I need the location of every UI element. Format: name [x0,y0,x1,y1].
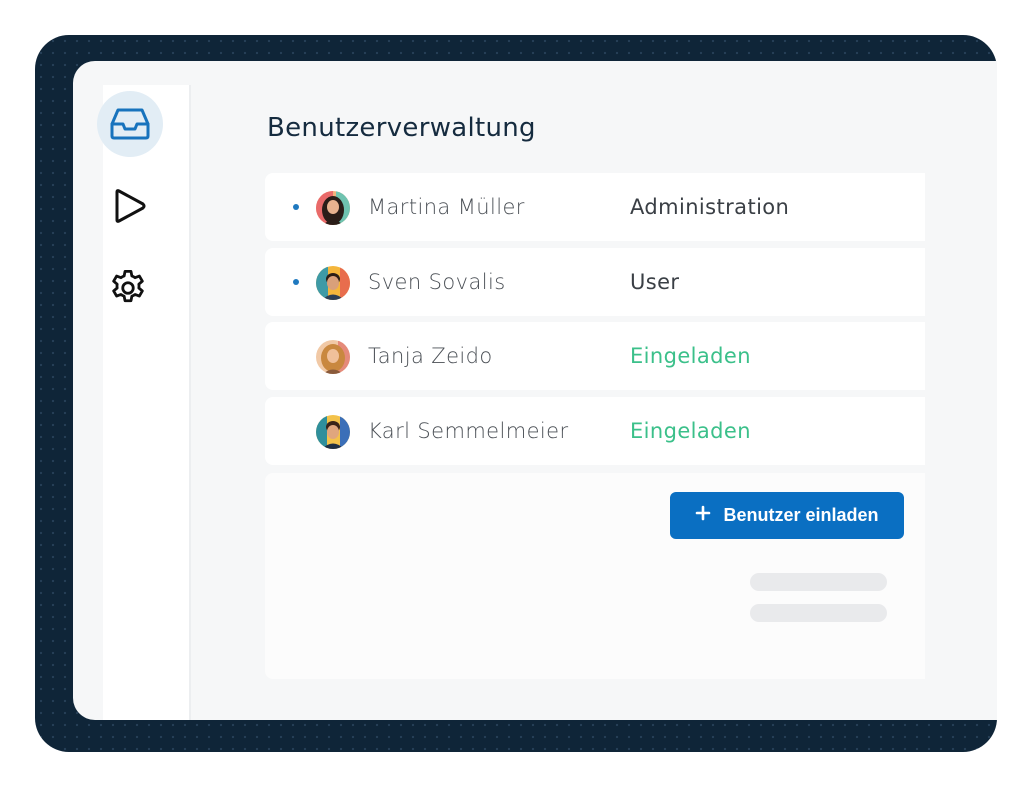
avatar [316,191,350,225]
sidebar-item-settings[interactable] [95,255,161,321]
plus-icon [695,505,711,526]
user-role: Administration [630,195,790,219]
user-name: Martina Müller [368,195,525,219]
status-dot [293,279,299,285]
invite-user-label: Benutzer einladen [723,505,879,525]
user-row[interactable]: Tanja Zeido Eingeladen [265,322,925,390]
user-row[interactable]: Sven Sovalis User [265,248,925,316]
sidebar-item-inbox[interactable] [97,91,163,157]
user-name: Tanja Zeido [368,344,493,368]
invite-user-button[interactable]: Benutzer einladen [670,492,904,539]
skeleton-line [750,573,887,591]
play-icon [113,188,147,224]
user-role: Eingeladen [630,419,751,443]
page-title: Benutzerverwaltung [267,113,536,143]
user-name: Karl Semmelmeier [368,419,569,443]
skeleton-line [750,604,887,622]
user-name: Sven Sovalis [368,270,506,294]
avatar [316,266,350,300]
app-window: Benutzerverwaltung Martina Müller Admini… [73,61,997,720]
invite-panel: Benutzer einladen [265,473,925,679]
inbox-icon [110,107,150,141]
sidebar-item-play[interactable] [97,173,163,239]
user-role: Eingeladen [630,344,751,368]
status-dot [293,204,299,210]
user-role: User [630,270,680,294]
user-row[interactable]: Martina Müller Administration [265,173,925,241]
avatar [316,415,350,449]
sidebar [97,85,191,720]
gear-icon [107,267,149,309]
avatar [316,340,350,374]
user-row[interactable]: Karl Semmelmeier Eingeladen [265,397,925,465]
